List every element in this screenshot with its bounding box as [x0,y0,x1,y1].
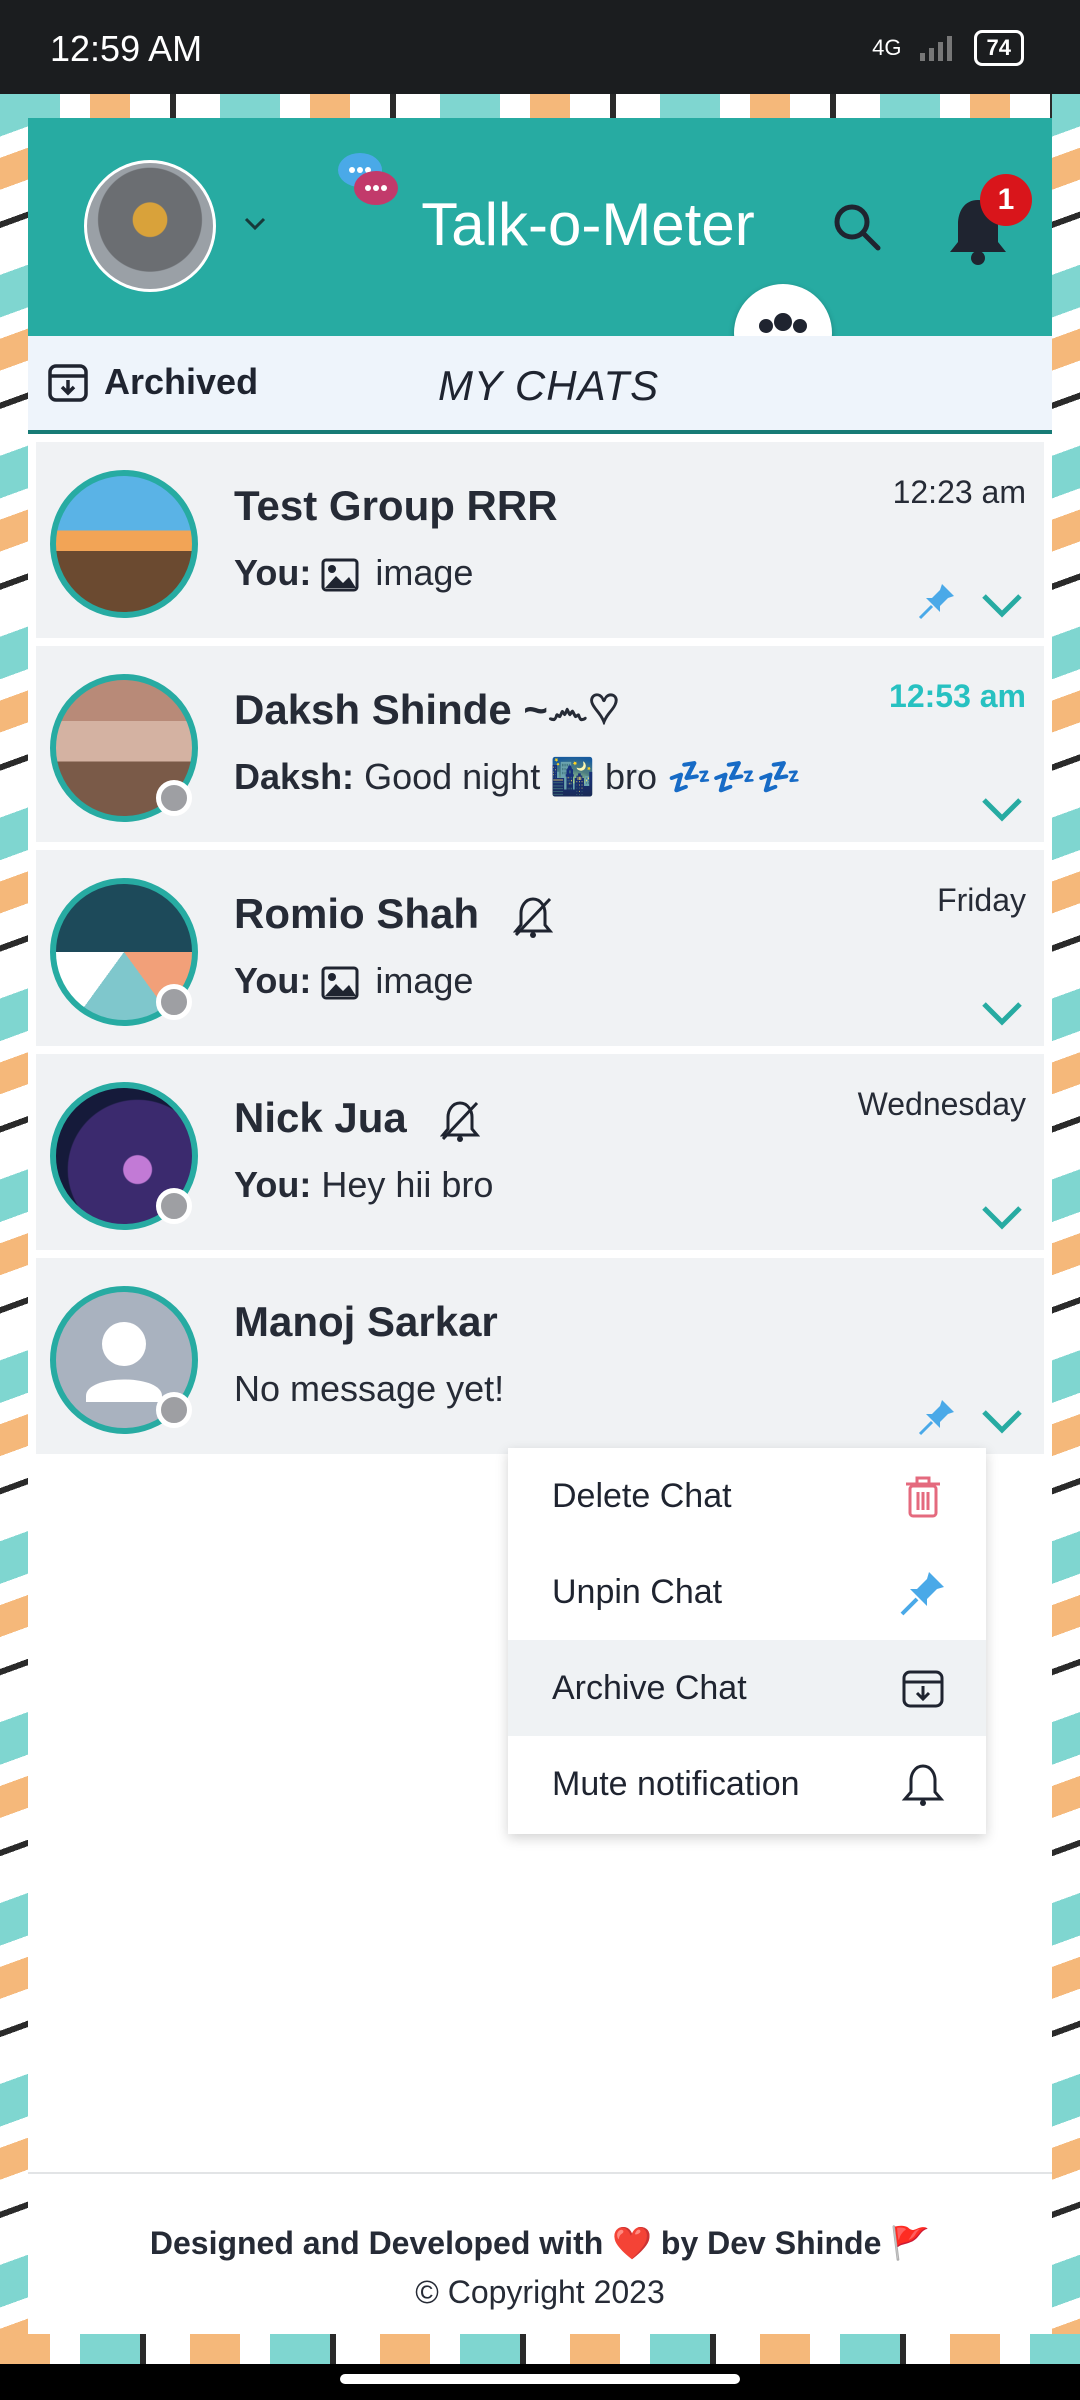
chat-name-text: Romio Shah [234,890,480,937]
image-icon [321,558,359,592]
menu-item-label: Mute notification [552,1764,800,1803]
chat-item[interactable]: Romio Shah You: image Friday [36,850,1044,1046]
doodle-background-bottom [0,2334,1080,2364]
menu-item-label: Delete Chat [552,1476,732,1515]
chevron-down-icon[interactable] [980,1202,1024,1232]
archived-label: Archived [104,361,259,402]
image-icon [321,966,359,1000]
chat-item[interactable]: Daksh Shinde ~෴♡ Daksh: Good night 🌃 bro… [36,646,1044,842]
chat-message-text: image [375,960,474,1001]
profile-avatar[interactable] [84,160,216,292]
chat-message-text: Good night 🌃 bro 💤💤💤 [364,756,802,797]
chat-message-text: Hey hii bro [321,1164,494,1205]
trash-icon [906,1476,940,1518]
status-time: 12:59 AM [50,28,203,69]
archive-icon [48,364,88,402]
menu-item-label: Unpin Chat [552,1572,723,1611]
my-chats-heading: MY CHATS [438,362,660,409]
chevron-down-icon[interactable] [242,210,268,236]
home-indicator[interactable] [340,2374,740,2384]
network-label: 4G [872,35,902,60]
search-icon[interactable] [830,200,884,254]
notification-badge: 1 [980,174,1032,226]
chat-sender: Daksh: [234,756,355,797]
chat-message-text: No message yet! [234,1368,505,1409]
doodle-background-top [0,94,1080,118]
muted-bell-icon [512,897,553,938]
chat-name-text: Nick Jua [234,1094,407,1141]
menu-item-label: Archive Chat [552,1668,747,1707]
mute-notification-menu-item[interactable]: Mute notification [508,1736,986,1832]
offline-status-dot [156,1188,192,1224]
chat-item[interactable]: Nick Jua You: Hey hii bro Wednesday [36,1054,1044,1250]
doodle-background-right [1052,94,1080,2334]
battery-indicator: 74 [973,30,1024,66]
delete-chat-menu-item[interactable]: Delete Chat [508,1448,986,1544]
archived-button[interactable]: Archived [46,360,258,404]
bell-icon [901,1764,945,1806]
chat-last-message: You: Hey hii bro [234,1164,493,1206]
tab-bar: Archived MY CHATS [28,336,1052,434]
signal-icon [919,36,952,61]
chat-last-message: You: image [234,552,473,594]
chat-name: Daksh Shinde ~෴♡ [234,686,621,733]
chat-name: Test Group RRR [234,482,558,529]
pin-icon [900,1572,944,1616]
chat-item[interactable]: Manoj Sarkar No message yet! [36,1258,1044,1454]
offline-status-dot [156,780,192,816]
chat-last-message: No message yet! [234,1368,504,1410]
chat-last-message: Daksh: Good night 🌃 bro 💤💤💤 [234,756,802,798]
chat-sender: You: [234,1164,312,1205]
footer-credit: Designed and Developed with ❤️ by Dev Sh… [149,2225,931,2261]
app-header: Talk-o-Meter 1 [28,118,1052,382]
chat-time: 12:53 am [889,678,1026,714]
muted-bell-icon [440,1101,481,1142]
doodle-background-left [0,94,28,2334]
pin-icon [918,1400,954,1436]
chat-name: Romio Shah [234,890,553,939]
chat-time: Wednesday [857,1086,1026,1122]
chat-sender: You: [234,552,312,593]
chat-time: 12:23 am [892,474,1026,510]
status-icons: 4G 74 [872,30,1024,66]
chat-options-menu: Delete Chat Unpin Chat Archive Chat Mute… [508,1448,986,1834]
chat-item[interactable]: Test Group RRR You: image 12:23 am [36,442,1044,638]
footer-copyright: © Copyright 2023 [415,2274,665,2310]
chevron-down-icon[interactable] [980,794,1024,824]
offline-status-dot [156,1392,192,1428]
unpin-chat-menu-item[interactable]: Unpin Chat [508,1544,986,1640]
footer: Designed and Developed with ❤️ by Dev Sh… [28,2172,1052,2336]
chat-message-text: image [375,552,474,593]
chat-name: Nick Jua [234,1094,481,1143]
offline-status-dot [156,984,192,1020]
pin-icon [918,584,954,620]
chat-last-message: You: image [234,960,473,1002]
chat-sender: You: [234,960,312,1001]
chevron-down-icon[interactable] [980,998,1024,1028]
chevron-down-icon[interactable] [980,1406,1024,1436]
app-container: Talk-o-Meter 1 Archived MY CHATS Test Gr… [28,118,1052,2334]
app-title: Talk-o-Meter [421,191,755,258]
status-bar: 12:59 AM 4G 74 [0,0,1080,94]
archive-icon [902,1670,944,1708]
chat-avatar [50,470,198,618]
chat-time: Friday [937,882,1026,918]
archive-chat-menu-item[interactable]: Archive Chat [508,1640,986,1736]
chat-name: Manoj Sarkar [234,1298,498,1345]
chevron-down-icon[interactable] [980,590,1024,620]
